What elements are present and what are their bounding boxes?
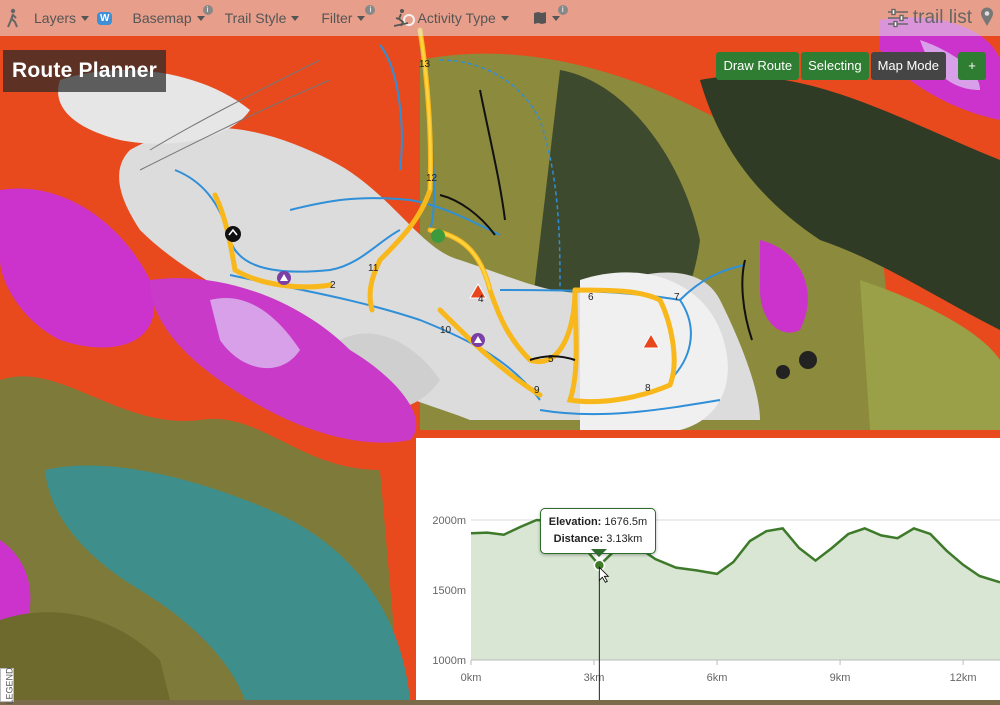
info-icon[interactable]: i <box>365 5 376 15</box>
elevation-chart[interactable]: 1000m 1500m 2000m 0km 3km 6km 9km 12km <box>416 438 1000 700</box>
hiker-icon[interactable] <box>0 0 24 36</box>
chevron-down-icon <box>551 15 560 21</box>
route-marker-label: 10 <box>440 325 452 336</box>
y-tick-label: 1000m <box>432 655 466 667</box>
trail-style-menu-label: Trail Style <box>224 10 287 26</box>
info-icon[interactable]: i <box>557 5 568 15</box>
elevation-profile-panel[interactable]: 1000m 1500m 2000m 0km 3km 6km 9km 12km <box>416 438 1000 700</box>
x-tick-label: 12km <box>950 672 977 684</box>
selecting-button[interactable]: Selecting <box>801 52 869 80</box>
layers-menu-label: Layers <box>34 10 77 26</box>
map-icon <box>533 12 546 24</box>
trail-list-button[interactable]: trail list <box>887 0 972 36</box>
add-button[interactable]: + <box>958 52 986 80</box>
route-marker-label: 13 <box>419 59 431 70</box>
map-menu[interactable]: i <box>519 0 570 36</box>
trailhead-icon <box>225 226 241 242</box>
layers-menu[interactable]: Layers W <box>24 0 122 36</box>
tooltip-distance-label: Distance: <box>553 533 604 545</box>
layers-badge: W <box>97 11 113 25</box>
route-marker-label: 7 <box>674 292 680 303</box>
chevron-down-icon <box>81 15 90 21</box>
chevron-down-icon <box>500 15 509 21</box>
x-tick-label: 9km <box>830 672 851 684</box>
chevron-down-icon <box>357 15 366 21</box>
mode-toolbar: Draw Route Selecting Map Mode <box>714 52 946 80</box>
page-title: Route Planner <box>3 50 166 92</box>
filter-menu[interactable]: Filter i <box>309 0 376 36</box>
y-tick-label: 1500m <box>432 585 466 597</box>
route-marker-label: 6 <box>588 292 594 303</box>
activity-type-menu[interactable]: Activity Type <box>375 0 518 36</box>
chevron-down-icon <box>291 15 300 21</box>
route-marker-label: 12 <box>426 173 438 184</box>
y-tick-label: 2000m <box>432 515 466 527</box>
route-marker-label: 11 <box>368 263 379 274</box>
route-marker-label: 5 <box>548 354 554 365</box>
sliders-icon <box>887 8 908 28</box>
legend-tab[interactable]: LEGEND <box>0 667 15 705</box>
elevation-tooltip: Elevation: 1676.5m Distance: 3.13km <box>540 508 656 554</box>
route-marker-label: 8 <box>645 383 651 394</box>
x-tick-label: 0km <box>461 672 482 684</box>
basemap-menu-label: Basemap <box>132 10 192 26</box>
route-marker-label: 4 <box>478 294 484 305</box>
chevron-down-icon <box>196 15 205 21</box>
trail-style-menu[interactable]: Trail Style <box>215 0 310 36</box>
legend-label: LEGEND <box>4 667 15 705</box>
tooltip-pointer <box>591 549 607 557</box>
location-pin-icon[interactable] <box>980 7 994 27</box>
x-tick-label: 3km <box>584 672 605 684</box>
top-menu-bar: Layers W Basemap i Trail Style Filter i … <box>0 0 1000 36</box>
route-marker-label: 2 <box>330 280 336 291</box>
skier-icon <box>394 9 409 27</box>
route-marker-label: 9 <box>534 385 540 396</box>
x-tick-label: 6km <box>707 672 728 684</box>
tooltip-distance-value: 3.13km <box>606 533 643 545</box>
trail-list-label: trail list <box>912 7 972 28</box>
route-start-marker <box>431 229 445 243</box>
filter-menu-label: Filter <box>321 10 353 26</box>
draw-route-button[interactable]: Draw Route <box>716 52 800 80</box>
map-mode-button[interactable]: Map Mode <box>870 52 946 80</box>
tooltip-distance-row: Distance: 3.13km <box>541 531 655 548</box>
basemap-menu[interactable]: Basemap i <box>122 0 214 36</box>
info-icon[interactable]: i <box>202 5 213 15</box>
activity-type-menu-label: Activity Type <box>417 10 496 26</box>
tooltip-elevation-label: Elevation: <box>548 516 602 528</box>
tooltip-elevation-value: 1676.5m <box>604 516 648 528</box>
tooltip-elevation-row: Elevation: 1676.5m <box>541 514 655 531</box>
